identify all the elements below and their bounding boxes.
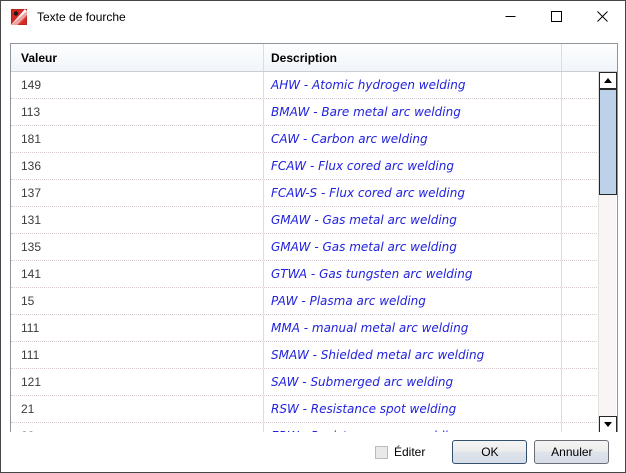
table-row[interactable]: 136FCAW - Flux cored arc welding (11, 153, 599, 180)
close-button[interactable] (579, 1, 625, 32)
footer-bar: Éditer OK Annuler (1, 432, 625, 472)
minimize-icon (505, 11, 516, 22)
row-filler (562, 126, 599, 152)
row-filler (562, 369, 599, 395)
row-filler (562, 396, 599, 422)
table-row[interactable]: 21RSW - Resistance spot welding (11, 396, 599, 423)
table-row[interactable]: 15PAW - Plasma arc welding (11, 288, 599, 315)
table-row[interactable]: 131GMAW - Gas metal arc welding (11, 207, 599, 234)
table-row[interactable]: 111SMAW - Shielded metal arc welding (11, 342, 599, 369)
row-description: SAW - Submerged arc welding (264, 369, 562, 395)
row-description: GTWA - Gas tungsten arc welding (264, 261, 562, 287)
row-description: FCAW - Flux cored arc welding (264, 153, 562, 179)
row-filler (562, 207, 599, 233)
row-valeur: 111 (11, 315, 264, 341)
row-description: FCAW-S - Flux cored arc welding (264, 180, 562, 206)
column-header-filler (562, 44, 617, 71)
row-valeur: 181 (11, 126, 264, 152)
table-header: Valeur Description (11, 44, 617, 72)
row-valeur: 131 (11, 207, 264, 233)
row-description: RSW - Resistance spot welding (264, 396, 562, 422)
minimize-button[interactable] (487, 1, 533, 32)
table-row[interactable]: 137FCAW-S - Flux cored arc welding (11, 180, 599, 207)
row-valeur: 15 (11, 288, 264, 314)
scroll-down-icon (604, 422, 612, 427)
column-header-description[interactable]: Description (264, 44, 562, 71)
row-filler (562, 72, 599, 98)
app-icon (11, 9, 27, 25)
row-description: MMA - manual metal arc welding (264, 315, 562, 341)
row-filler (562, 315, 599, 341)
row-filler (562, 261, 599, 287)
row-filler (562, 99, 599, 125)
row-valeur: 141 (11, 261, 264, 287)
row-description: BMAW - Bare metal arc welding (264, 99, 562, 125)
row-valeur: 113 (11, 99, 264, 125)
grid-body: 149AHW - Atomic hydrogen welding113BMAW … (11, 72, 599, 433)
dialog-texte-de-fourche: Texte de fourche Valeur Description 149A… (0, 0, 626, 473)
row-valeur: 121 (11, 369, 264, 395)
row-description: SMAW - Shielded metal arc welding (264, 342, 562, 368)
ok-button[interactable]: OK (452, 440, 527, 464)
row-valeur: 111 (11, 342, 264, 368)
row-description: PAW - Plasma arc welding (264, 288, 562, 314)
row-valeur: 149 (11, 72, 264, 98)
table-row[interactable]: 113BMAW - Bare metal arc welding (11, 99, 599, 126)
row-valeur: 137 (11, 180, 264, 206)
table-row[interactable]: 149AHW - Atomic hydrogen welding (11, 72, 599, 99)
row-filler (562, 342, 599, 368)
row-filler (562, 180, 599, 206)
column-header-valeur[interactable]: Valeur (11, 44, 264, 71)
titlebar: Texte de fourche (1, 1, 625, 32)
row-description: CAW - Carbon arc welding (264, 126, 562, 152)
row-description: GMAW - Gas metal arc welding (264, 207, 562, 233)
scroll-down-button[interactable] (599, 416, 617, 433)
row-filler (562, 288, 599, 314)
row-description: AHW - Atomic hydrogen welding (264, 72, 562, 98)
row-valeur: 21 (11, 396, 264, 422)
row-valeur: 135 (11, 234, 264, 260)
row-filler (562, 234, 599, 260)
caption-buttons (487, 1, 625, 32)
row-filler (562, 153, 599, 179)
table-row[interactable]: 111MMA - manual metal arc welding (11, 315, 599, 342)
vertical-scrollbar[interactable] (598, 72, 616, 433)
window-title: Texte de fourche (37, 10, 126, 24)
scroll-up-button[interactable] (599, 72, 617, 89)
maximize-icon (551, 11, 562, 22)
scroll-up-icon (604, 78, 612, 83)
editer-checkbox-label: Éditer (394, 445, 425, 459)
table-row[interactable]: 141GTWA - Gas tungsten arc welding (11, 261, 599, 288)
cancel-button[interactable]: Annuler (534, 440, 609, 464)
row-description: GMAW - Gas metal arc welding (264, 234, 562, 260)
close-icon (597, 11, 608, 22)
scrollbar-thumb[interactable] (599, 89, 617, 195)
table-row[interactable]: 121SAW - Submerged arc welding (11, 369, 599, 396)
row-valeur: 136 (11, 153, 264, 179)
editer-checkbox[interactable] (375, 446, 388, 459)
table-row[interactable]: 135GMAW - Gas metal arc welding (11, 234, 599, 261)
values-table: Valeur Description 149AHW - Atomic hydro… (10, 43, 618, 434)
table-row[interactable]: 181CAW - Carbon arc welding (11, 126, 599, 153)
maximize-button[interactable] (533, 1, 579, 32)
